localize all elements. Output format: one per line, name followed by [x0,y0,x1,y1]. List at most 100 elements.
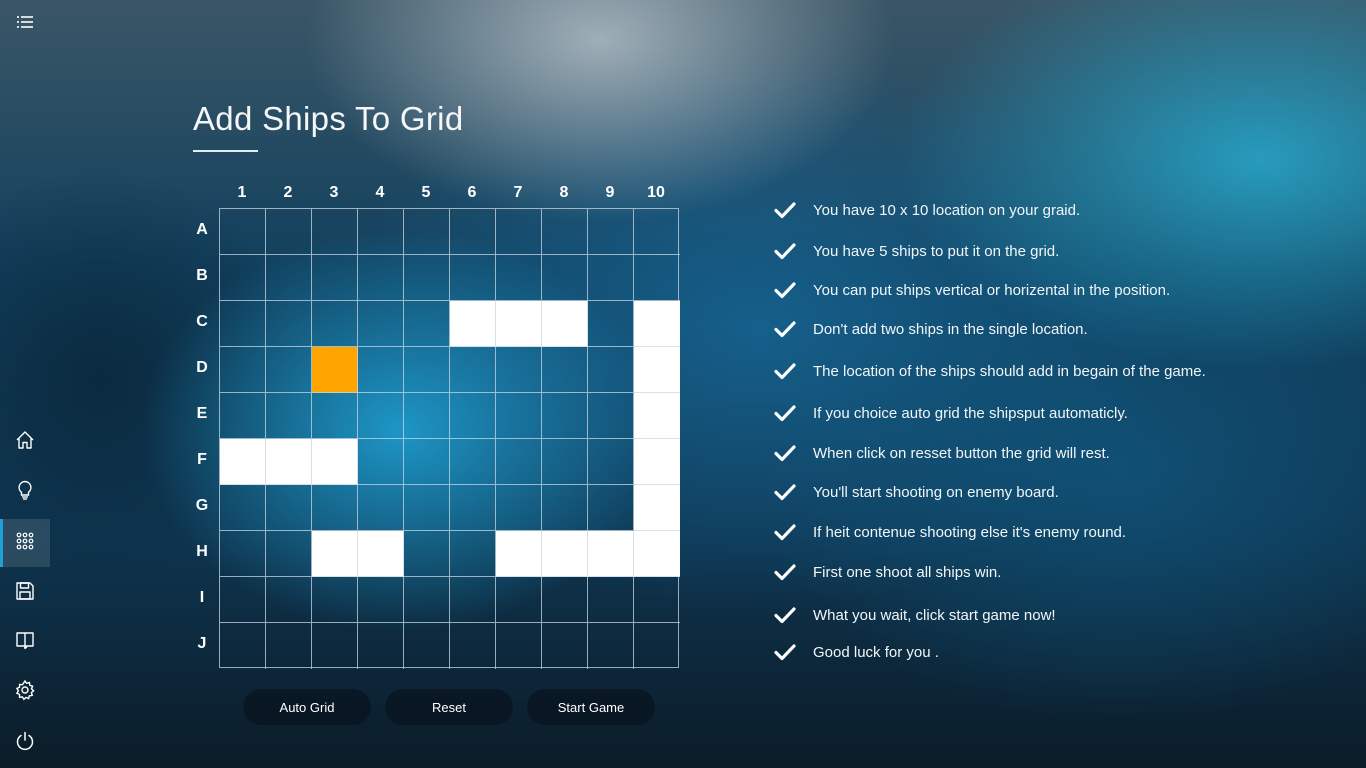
grid-cell-j1[interactable] [220,623,266,669]
grid-cell-d7[interactable] [496,347,542,393]
grid-cell-i3[interactable] [312,577,358,623]
grid-cell-h6[interactable] [450,531,496,577]
grid-cell-j9[interactable] [588,623,634,669]
grid-cell-h4[interactable] [358,531,404,577]
grid-cell-h1[interactable] [220,531,266,577]
grid-cell-h3[interactable] [312,531,358,577]
grid-cell-e8[interactable] [542,393,588,439]
grid-cell-a4[interactable] [358,209,404,255]
grid-cell-b10[interactable] [634,255,680,301]
grid-cell-e9[interactable] [588,393,634,439]
grid-cell-b1[interactable] [220,255,266,301]
grid-cell-a8[interactable] [542,209,588,255]
book-button[interactable] [0,618,50,666]
grid-cell-i10[interactable] [634,577,680,623]
grid-cell-c9[interactable] [588,301,634,347]
grid-cell-f3[interactable] [312,439,358,485]
grid-cell-h9[interactable] [588,531,634,577]
grid-cell-g1[interactable] [220,485,266,531]
grid-cell-j2[interactable] [266,623,312,669]
grid-cell-b7[interactable] [496,255,542,301]
grid-cell-c10[interactable] [634,301,680,347]
grid-cell-j6[interactable] [450,623,496,669]
grid-cell-g6[interactable] [450,485,496,531]
grid-cell-e10[interactable] [634,393,680,439]
grid-cell-a3[interactable] [312,209,358,255]
grid-cell-e1[interactable] [220,393,266,439]
settings-button[interactable] [0,668,50,716]
grid-cell-g10[interactable] [634,485,680,531]
auto-grid-button[interactable]: Auto Grid [243,689,371,725]
grid-cell-e3[interactable] [312,393,358,439]
grid-cell-j3[interactable] [312,623,358,669]
grid-cell-a1[interactable] [220,209,266,255]
home-button[interactable] [0,418,50,466]
grid-cell-a7[interactable] [496,209,542,255]
grid-cell-d6[interactable] [450,347,496,393]
grid-cell-a6[interactable] [450,209,496,255]
grid-cell-e6[interactable] [450,393,496,439]
grid-cell-d2[interactable] [266,347,312,393]
grid-cell-i6[interactable] [450,577,496,623]
grid-cell-f9[interactable] [588,439,634,485]
grid-cell-h8[interactable] [542,531,588,577]
grid-cell-f2[interactable] [266,439,312,485]
grid-cell-i4[interactable] [358,577,404,623]
grid-cell-g3[interactable] [312,485,358,531]
grid-cell-d5[interactable] [404,347,450,393]
grid-cell-a5[interactable] [404,209,450,255]
grid-cell-i9[interactable] [588,577,634,623]
grid-cell-d4[interactable] [358,347,404,393]
grid-cell-b6[interactable] [450,255,496,301]
grid-cell-a9[interactable] [588,209,634,255]
grid-cell-i8[interactable] [542,577,588,623]
tips-button[interactable] [0,468,50,516]
grid-cell-c8[interactable] [542,301,588,347]
grid-cell-d9[interactable] [588,347,634,393]
grid-cell-c1[interactable] [220,301,266,347]
grid-cell-b2[interactable] [266,255,312,301]
grid-cell-d8[interactable] [542,347,588,393]
grid-cell-g9[interactable] [588,485,634,531]
grid-cell-g8[interactable] [542,485,588,531]
grid-cell-j10[interactable] [634,623,680,669]
grid-cell-a2[interactable] [266,209,312,255]
save-button[interactable] [0,569,50,617]
grid-cell-f4[interactable] [358,439,404,485]
grid-cell-a10[interactable] [634,209,680,255]
grid-cell-j8[interactable] [542,623,588,669]
grid-cell-j4[interactable] [358,623,404,669]
grid-cell-g5[interactable] [404,485,450,531]
grid-cell-i1[interactable] [220,577,266,623]
grid-cell-f1[interactable] [220,439,266,485]
grid-cell-j5[interactable] [404,623,450,669]
grid-cell-h2[interactable] [266,531,312,577]
grid-cell-b5[interactable] [404,255,450,301]
grid-cell-e5[interactable] [404,393,450,439]
grid-cell-i5[interactable] [404,577,450,623]
grid-cell-e4[interactable] [358,393,404,439]
grid-cell-f6[interactable] [450,439,496,485]
grid-cell-g2[interactable] [266,485,312,531]
grid-cell-e2[interactable] [266,393,312,439]
grid-cell-f5[interactable] [404,439,450,485]
grid-cell-c3[interactable] [312,301,358,347]
grid-cell-f7[interactable] [496,439,542,485]
grid-cell-d1[interactable] [220,347,266,393]
grid-cell-b4[interactable] [358,255,404,301]
grid-cell-g7[interactable] [496,485,542,531]
grid-cell-h10[interactable] [634,531,680,577]
grid-cell-i7[interactable] [496,577,542,623]
grid-cell-c2[interactable] [266,301,312,347]
grid-cell-b9[interactable] [588,255,634,301]
grid-button[interactable] [0,519,50,567]
grid-cell-c7[interactable] [496,301,542,347]
grid-cell-d10[interactable] [634,347,680,393]
grid-cell-c5[interactable] [404,301,450,347]
grid-cell-f10[interactable] [634,439,680,485]
grid-cell-i2[interactable] [266,577,312,623]
reset-button[interactable]: Reset [385,689,513,725]
grid-cell-c4[interactable] [358,301,404,347]
grid-cell-j7[interactable] [496,623,542,669]
power-button[interactable] [0,719,50,767]
